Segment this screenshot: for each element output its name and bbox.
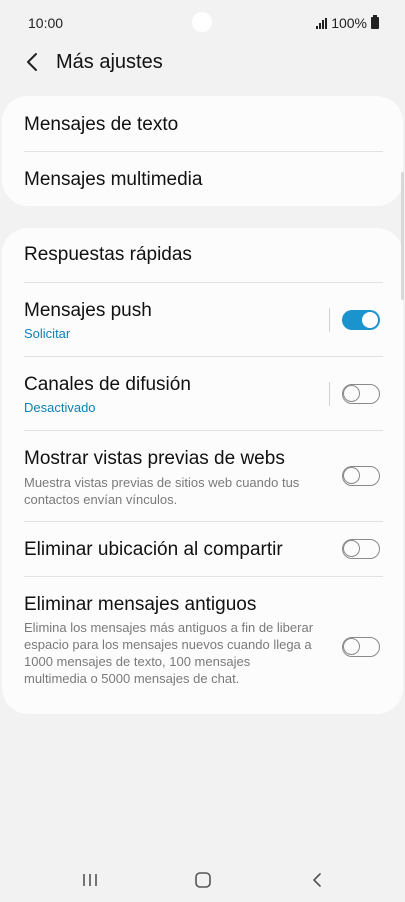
scrollbar[interactable] — [401, 172, 404, 300]
battery-percent: 100% — [331, 15, 367, 31]
status-bar: 10:00 100% — [0, 0, 405, 46]
toggle-knob — [362, 312, 378, 328]
remove-location-label: Eliminar ubicación al compartir — [24, 539, 283, 560]
navigation-bar — [0, 852, 405, 902]
signal-icon — [316, 17, 328, 29]
push-messages-item[interactable]: Mensajes push Solicitar — [2, 283, 403, 357]
page-title: Más ajustes — [56, 51, 163, 73]
multimedia-messages-item[interactable]: Mensajes multimedia — [2, 152, 403, 206]
web-previews-description: Muestra vistas previas de sitios web cua… — [24, 475, 300, 507]
home-button[interactable] — [188, 868, 218, 892]
toggle-knob — [343, 638, 360, 655]
push-messages-label: Mensajes push — [24, 300, 152, 321]
toggle-knob — [343, 467, 360, 484]
delete-old-messages-toggle[interactable] — [342, 637, 380, 657]
vertical-separator — [329, 382, 330, 406]
home-icon — [195, 872, 211, 888]
app-header: Más ajustes — [0, 44, 405, 80]
battery-icon — [371, 15, 379, 29]
web-previews-toggle[interactable] — [342, 466, 380, 486]
delete-old-messages-item[interactable]: Eliminar mensajes antiguos Elimina los m… — [2, 577, 403, 714]
delete-old-messages-label: Eliminar mensajes antiguos — [24, 594, 257, 615]
broadcast-channels-item[interactable]: Canales de difusión Desactivado — [2, 357, 403, 431]
additional-settings-card: Respuestas rápidas Mensajes push Solicit… — [2, 228, 403, 714]
nav-back-button[interactable] — [302, 868, 332, 892]
web-previews-label: Mostrar vistas previas de webs — [24, 448, 285, 469]
delete-old-messages-description: Elimina los mensajes más antiguos a fin … — [24, 620, 314, 686]
quick-replies-item[interactable]: Respuestas rápidas — [2, 228, 403, 283]
broadcast-channels-toggle[interactable] — [342, 384, 380, 404]
messages-settings-card: Mensajes de texto Mensajes multimedia — [2, 96, 403, 206]
back-button[interactable] — [18, 48, 46, 76]
status-time: 10:00 — [28, 15, 64, 31]
vertical-separator — [329, 308, 330, 332]
web-previews-item[interactable]: Mostrar vistas previas de webs Muestra v… — [2, 431, 403, 522]
toggle-knob — [343, 385, 360, 402]
recents-icon — [83, 874, 97, 886]
camera-cutout — [192, 12, 212, 32]
push-messages-toggle[interactable] — [342, 310, 380, 330]
chevron-left-icon — [27, 53, 37, 71]
status-indicators: 100% — [316, 15, 379, 31]
remove-location-item[interactable]: Eliminar ubicación al compartir — [2, 522, 403, 577]
push-messages-status: Solicitar — [24, 326, 71, 341]
nav-back-icon — [313, 873, 321, 887]
broadcast-channels-label: Canales de difusión — [24, 374, 191, 395]
quick-replies-label: Respuestas rápidas — [24, 244, 192, 265]
recents-button[interactable] — [75, 868, 105, 892]
text-messages-item[interactable]: Mensajes de texto — [2, 96, 403, 152]
broadcast-channels-status: Desactivado — [24, 400, 96, 415]
remove-location-toggle[interactable] — [342, 539, 380, 559]
text-messages-label: Mensajes de texto — [24, 114, 179, 135]
toggle-knob — [343, 540, 360, 557]
multimedia-messages-label: Mensajes multimedia — [24, 169, 203, 190]
